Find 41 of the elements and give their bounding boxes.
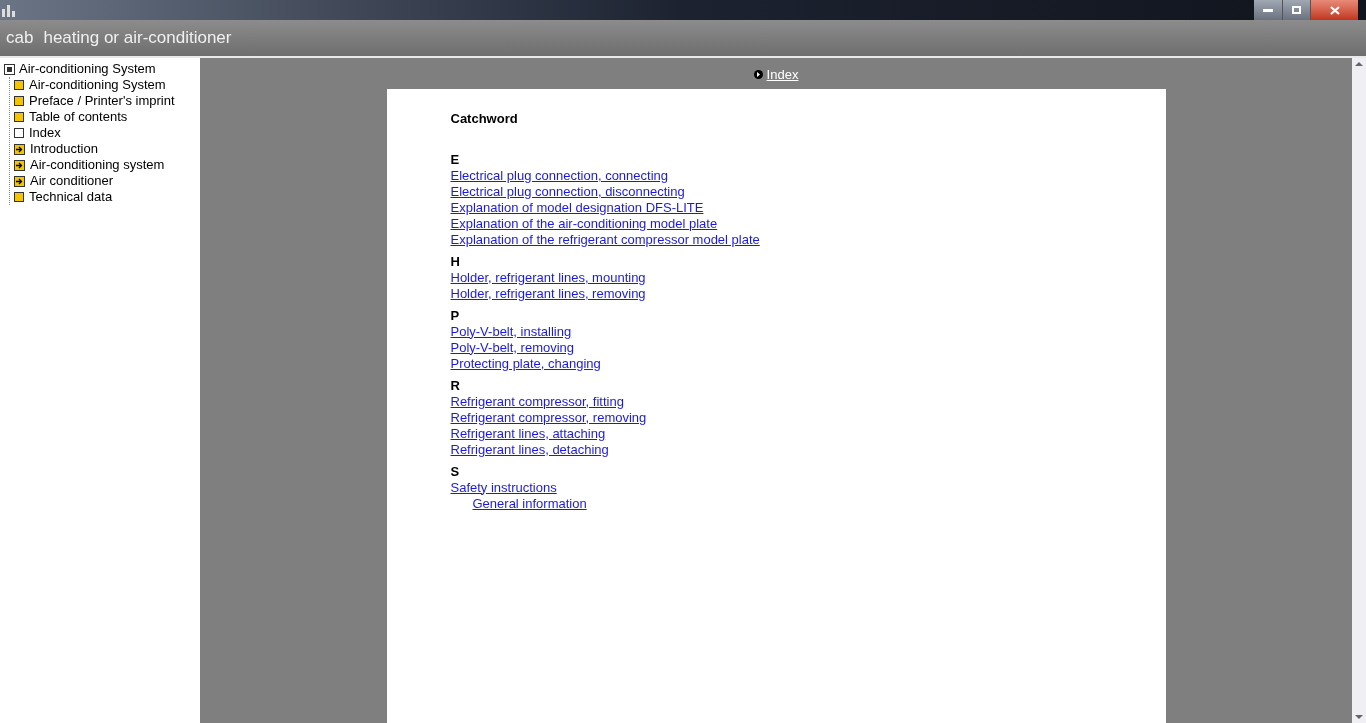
section-letter: R (450, 377, 461, 394)
breadcrumb-link[interactable]: Index (766, 64, 799, 85)
catchword-link[interactable]: Holder, refrigerant lines, removing (450, 285, 646, 302)
bullet-arrow-icon (753, 70, 763, 79)
restore-icon (1292, 6, 1301, 14)
catchword-link[interactable]: Explanation of the air-conditioning model plate (450, 215, 718, 232)
section-letter: P (450, 307, 461, 324)
app-name: cab (6, 27, 34, 50)
catchword-link[interactable]: Explanation of model designation DFS-LITE (450, 199, 704, 216)
catchword-link[interactable]: Poly-V-belt, removing (450, 339, 575, 356)
header-title: heating or air-conditioner (43, 27, 232, 50)
catchword-link[interactable]: Refrigerant lines, detaching (450, 441, 609, 458)
section-letter: S (450, 463, 461, 480)
close-button[interactable] (1310, 0, 1358, 20)
catchword-link[interactable]: Electrical plug connection, connecting (450, 167, 669, 184)
catchword-link[interactable]: Refrigerant lines, attaching (450, 425, 606, 442)
arrow-square-icon (14, 175, 25, 187)
catchword-link[interactable]: Refrigerant compressor, fitting (450, 393, 624, 410)
scroll-down-icon (1355, 715, 1363, 719)
collapse-icon (4, 63, 15, 75)
catchword-link[interactable]: General information (472, 495, 587, 512)
bar-chart-icon (1, 3, 17, 17)
document-heading: Catchword (450, 110, 519, 128)
minimize-icon (1263, 8, 1273, 12)
catchword-link[interactable]: Protecting plate, changing (450, 355, 601, 372)
restore-button[interactable] (1282, 0, 1310, 20)
section-letter: H (450, 253, 461, 270)
section-letter: E (450, 151, 461, 168)
scroll-up-icon (1355, 62, 1363, 66)
catchword-link[interactable]: Explanation of the refrigerant compressor model plate (450, 231, 760, 248)
arrow-square-icon (14, 143, 25, 155)
book-icon (14, 192, 24, 202)
square-icon (14, 128, 24, 138)
arrow-square-icon (14, 159, 25, 171)
catchword-link[interactable]: Poly-V-belt, installing (450, 323, 572, 340)
catchword-link[interactable]: Refrigerant compressor, removing (450, 409, 647, 426)
catchword-link[interactable]: Electrical plug connection, disconnecting (450, 183, 685, 200)
minimize-button[interactable] (1254, 0, 1282, 20)
catchword-link[interactable]: Safety instructions (450, 479, 557, 496)
close-icon (1329, 5, 1340, 15)
catchword-link[interactable]: Holder, refrigerant lines, mounting (450, 269, 646, 286)
